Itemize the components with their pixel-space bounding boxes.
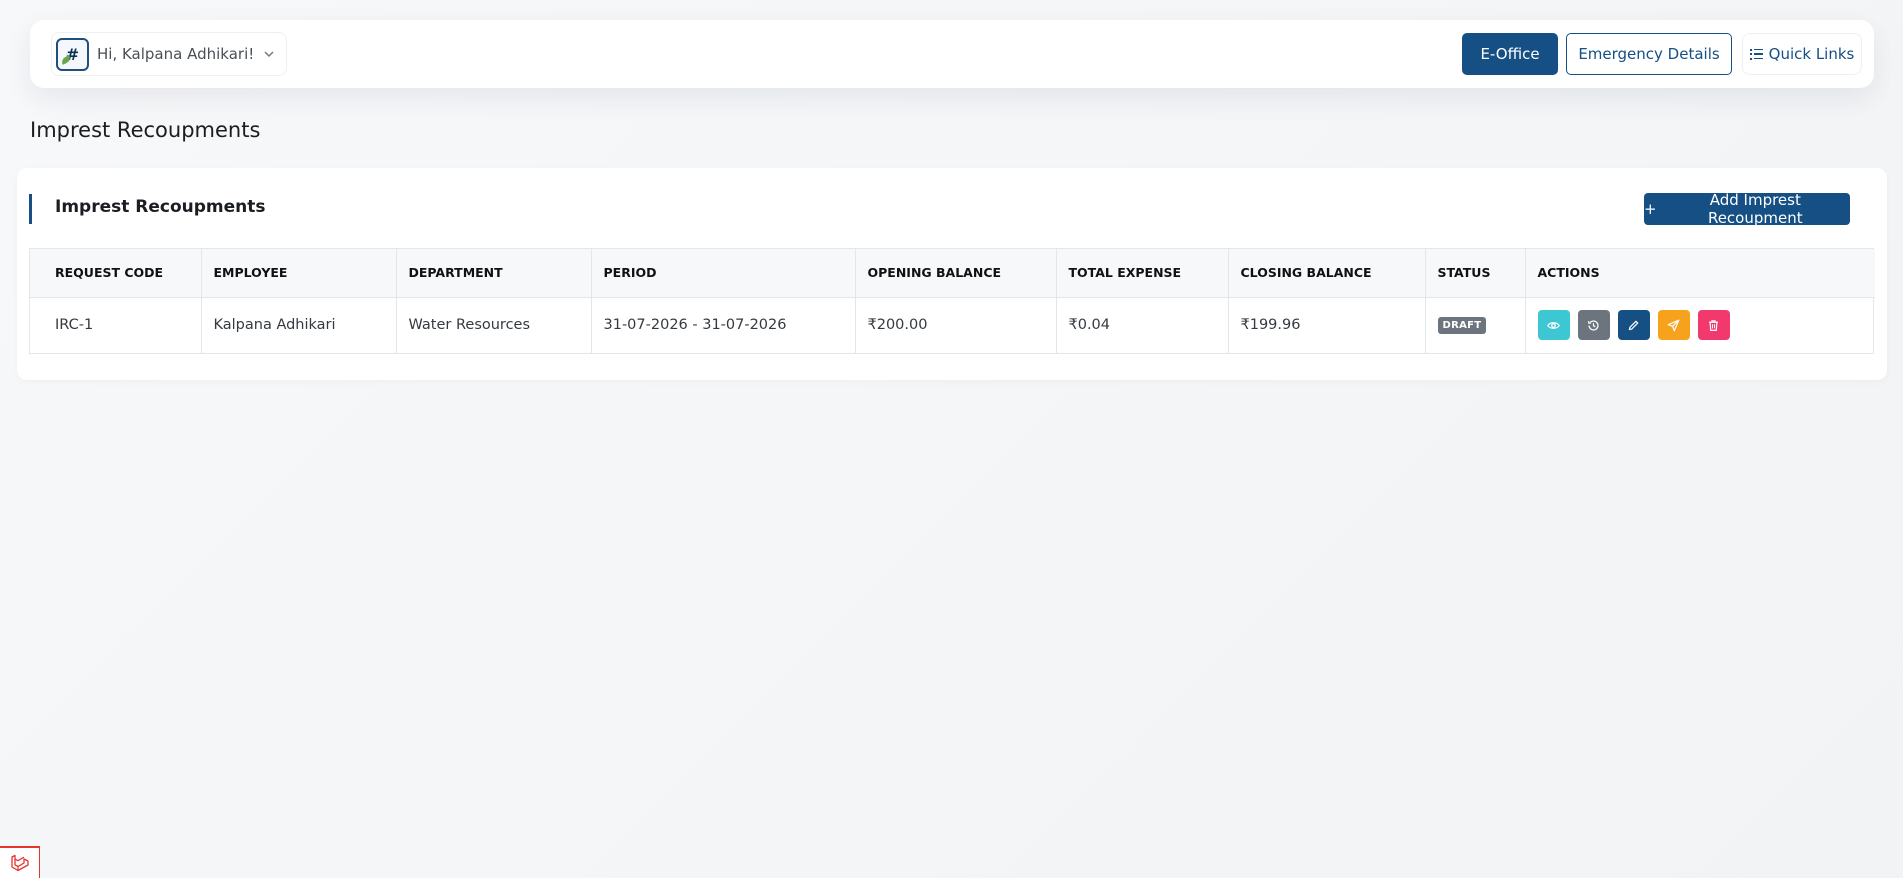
emergency-details-button[interactable]: Emergency Details bbox=[1566, 33, 1732, 75]
submit-button[interactable] bbox=[1657, 310, 1690, 341]
plus-icon: + bbox=[1644, 200, 1657, 218]
cell-total-expense: ₹0.04 bbox=[1056, 297, 1229, 353]
debugbar-toggle[interactable] bbox=[0, 846, 40, 878]
laravel-logo-icon bbox=[10, 854, 29, 872]
trash-icon bbox=[1709, 320, 1718, 331]
card-title: Imprest Recoupments bbox=[55, 197, 266, 217]
top-navbar: # Hi, Kalpana Adhikari! E-Office Emergen… bbox=[30, 20, 1874, 88]
eoffice-button[interactable]: E-Office bbox=[1462, 33, 1558, 75]
col-closing-balance[interactable]: CLOSING BALANCE bbox=[1228, 249, 1426, 298]
cell-department: Water Resources bbox=[396, 297, 592, 353]
history-icon bbox=[1588, 320, 1599, 331]
quick-links-label: Quick Links bbox=[1768, 45, 1855, 63]
list-icon bbox=[1749, 48, 1763, 60]
cell-request-code: IRC-1 bbox=[30, 297, 202, 353]
col-request-code[interactable]: REQUEST CODE bbox=[30, 249, 202, 298]
add-button-label: Add Imprest Recoupment bbox=[1707, 191, 1803, 227]
avatar: # bbox=[56, 37, 89, 71]
add-imprest-recoupment-button[interactable]: + Add Imprest Recoupment bbox=[1644, 191, 1850, 227]
col-actions: ACTIONS bbox=[1525, 249, 1875, 298]
chevron-down-icon bbox=[264, 48, 274, 61]
col-total-expense[interactable]: TOTAL EXPENSE bbox=[1056, 249, 1229, 298]
row-actions bbox=[1537, 310, 1876, 341]
edit-button[interactable] bbox=[1617, 310, 1650, 341]
cell-actions bbox=[1525, 297, 1875, 353]
user-greeting: Hi, Kalpana Adhikari! bbox=[97, 45, 255, 63]
view-button[interactable] bbox=[1537, 310, 1570, 341]
recoupments-card: Imprest Recoupments + Add Imprest Recoup… bbox=[17, 168, 1887, 380]
recoupments-table-wrap: REQUEST CODE EMPLOYEE DEPARTMENT PERIOD … bbox=[29, 248, 1875, 354]
send-icon bbox=[1667, 319, 1680, 332]
cell-closing-balance: ₹199.96 bbox=[1228, 297, 1426, 353]
page-title: Imprest Recoupments bbox=[30, 118, 261, 142]
col-department[interactable]: DEPARTMENT bbox=[396, 249, 592, 298]
user-dropdown[interactable]: # Hi, Kalpana Adhikari! bbox=[51, 32, 288, 76]
col-employee[interactable]: EMPLOYEE bbox=[201, 249, 397, 298]
col-opening-balance[interactable]: OPENING BALANCE bbox=[855, 249, 1057, 298]
history-button[interactable] bbox=[1577, 310, 1610, 341]
cell-opening-balance: ₹200.00 bbox=[855, 297, 1057, 353]
table-header-row: REQUEST CODE EMPLOYEE DEPARTMENT PERIOD … bbox=[30, 249, 1875, 298]
cell-period: 31-07-2026 - 31-07-2026 bbox=[591, 297, 856, 353]
table-row: IRC-1 Kalpana Adhikari Water Resources 3… bbox=[30, 297, 1875, 353]
recoupments-table: REQUEST CODE EMPLOYEE DEPARTMENT PERIOD … bbox=[30, 249, 1875, 353]
status-badge: DRAFT bbox=[1437, 317, 1487, 335]
cell-employee: Kalpana Adhikari bbox=[201, 297, 397, 353]
cell-status: DRAFT bbox=[1425, 297, 1526, 353]
pencil-icon bbox=[1628, 320, 1639, 330]
eye-icon bbox=[1547, 321, 1560, 329]
quick-links-button[interactable]: Quick Links bbox=[1742, 33, 1862, 75]
card-accent-bar bbox=[29, 194, 32, 224]
col-status[interactable]: STATUS bbox=[1425, 249, 1526, 298]
delete-button[interactable] bbox=[1697, 310, 1730, 341]
col-period[interactable]: PERIOD bbox=[591, 249, 856, 298]
